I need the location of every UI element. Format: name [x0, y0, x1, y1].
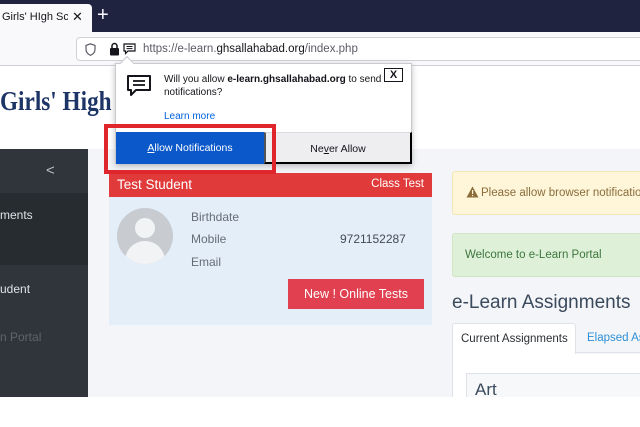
highlight-box [104, 124, 276, 174]
welcome-text: Welcome to e-Learn Portal [465, 249, 602, 261]
student-class: Class Test [371, 178, 424, 190]
tab-current-label: Current Assignments [461, 333, 568, 345]
avatar [117, 208, 173, 264]
screenshot: Girls' HIgh Scho ✕ + https://e-learn.ghs… [0, 0, 640, 397]
address-bar[interactable]: https://e-learn.ghsallahabad.org/index.p… [76, 37, 640, 61]
notification-permission-icon[interactable] [123, 43, 136, 55]
assignment-tabs: Current Assignments Elapsed Assignments [452, 323, 640, 354]
popup-message: Will you allow e-learn.ghsallahabad.org … [164, 74, 382, 98]
lock-icon[interactable] [109, 42, 120, 56]
welcome-alert: Welcome to e-Learn Portal [452, 233, 640, 277]
avatar-head-icon [135, 218, 155, 238]
student-name: Test Student [117, 177, 193, 192]
sidebar-item-portal[interactable]: n Portal [0, 330, 41, 344]
assignments-panel: Art [452, 354, 640, 397]
close-icon[interactable]: X [384, 68, 403, 82]
student-card-header: Test Student Class Test [109, 173, 432, 197]
tab-bar: Girls' HIgh Scho ✕ + [0, 0, 640, 32]
navigation-bar: https://e-learn.ghsallahabad.org/index.p… [0, 32, 640, 66]
student-card: Test Student Class Test Birthdate Mobile… [109, 173, 432, 325]
url-text: https://e-learn.ghsallahabad.org/index.p… [143, 43, 358, 55]
notification-icon [127, 75, 151, 96]
online-tests-button[interactable]: New ! Online Tests [288, 279, 424, 309]
avatar-body-icon [125, 241, 165, 264]
subject-title: Art [475, 380, 497, 397]
sidebar: < ments udent n Portal [0, 149, 88, 397]
tab-current-assignments[interactable]: Current Assignments [452, 323, 576, 354]
sidebar-active-item[interactable] [0, 193, 88, 265]
mobile-label: Mobile [191, 232, 227, 246]
browser-tab[interactable]: Girls' HIgh Scho ✕ [0, 4, 92, 32]
mobile-value: 9721152287 [340, 232, 406, 246]
new-tab-icon[interactable]: + [97, 4, 109, 26]
close-tab-icon[interactable]: ✕ [72, 9, 83, 25]
warning-icon [466, 186, 479, 198]
tab-title: Girls' HIgh Scho [2, 11, 68, 23]
warning-alert: Please allow browser notifications [452, 171, 640, 215]
tracking-shield-icon[interactable] [85, 43, 96, 56]
email-label: Email [191, 255, 222, 269]
learn-more-link[interactable]: Learn more [164, 111, 215, 122]
birthdate-label: Birthdate [191, 210, 240, 224]
sidebar-item-student[interactable]: udent [0, 282, 30, 296]
tab-elapsed-assignments[interactable]: Elapsed Assignments [587, 332, 640, 344]
sidebar-collapse-icon[interactable]: < [46, 162, 55, 179]
never-allow-button[interactable]: Never Allow [264, 132, 412, 164]
popup-site: e-learn.ghsallahabad.org [227, 74, 346, 85]
subject-panel[interactable]: Art [466, 373, 640, 397]
url-domain: ghsallahabad.org [216, 43, 305, 55]
warning-text: Please allow browser notifications [481, 187, 640, 199]
assignments-title: e-Learn Assignments [452, 292, 631, 313]
sidebar-item-assignments[interactable]: ments [0, 208, 33, 222]
